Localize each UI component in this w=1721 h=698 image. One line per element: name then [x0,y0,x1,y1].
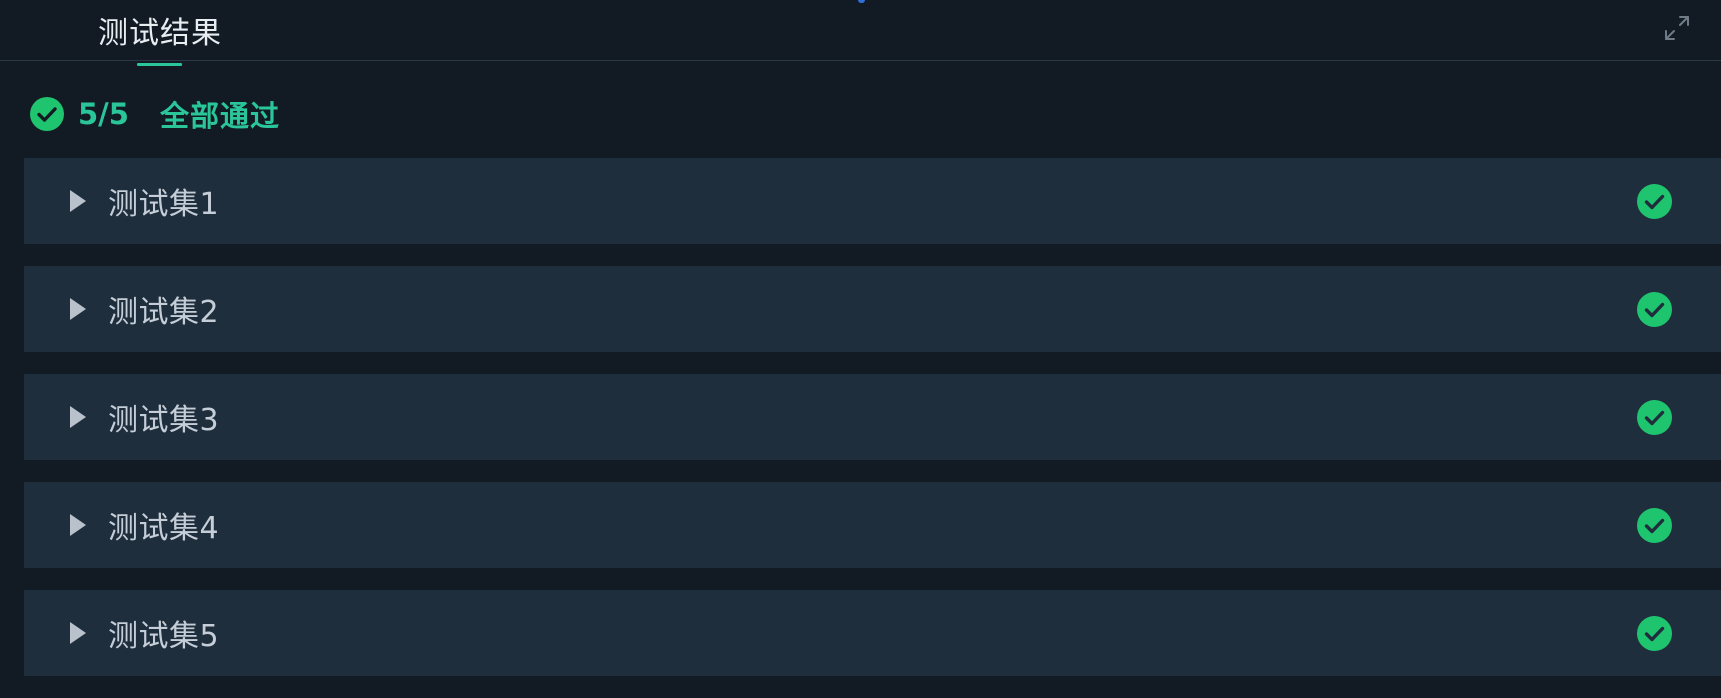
test-suite-row[interactable]: 测试集1 [24,158,1721,244]
test-suite-label: 测试集2 [108,295,220,330]
panel-header: 测试结果 [0,0,1721,66]
test-suite-label: 测试集3 [108,403,220,438]
tab-label: 测试结果 [98,15,222,51]
results-summary: 5/5 全部通过 [29,95,280,133]
caret-right-icon[interactable] [68,621,88,645]
tab-test-results[interactable]: 测试结果 [98,0,222,61]
expand-icon [1665,16,1689,40]
test-results-panel: 测试结果 5/5 全部通过 测试集1 测试集2 测试集3 测试集4 测试集5 [0,0,1721,698]
check-circle-icon [1637,616,1672,651]
check-circle-icon [30,97,64,131]
passed-count: 5/5 [78,97,129,131]
test-suite-row[interactable]: 测试集3 [24,374,1721,460]
summary-status-text: 全部通过 [159,99,280,133]
expand-button[interactable] [1662,13,1692,43]
test-suite-row[interactable]: 测试集4 [24,482,1721,568]
check-circle-icon [1637,184,1672,219]
test-suite-label: 测试集5 [108,619,220,654]
test-suite-label: 测试集4 [108,511,220,546]
caret-right-icon[interactable] [68,189,88,213]
caret-right-icon[interactable] [68,513,88,537]
check-circle-icon [1637,292,1672,327]
check-circle-icon [1637,508,1672,543]
test-suite-row[interactable]: 测试集5 [24,590,1721,676]
active-tab-indicator [137,63,182,66]
caret-right-icon[interactable] [68,297,88,321]
caret-right-icon[interactable] [68,405,88,429]
check-circle-icon [1637,400,1672,435]
test-suite-label: 测试集1 [108,187,220,222]
test-suite-row[interactable]: 测试集2 [24,266,1721,352]
